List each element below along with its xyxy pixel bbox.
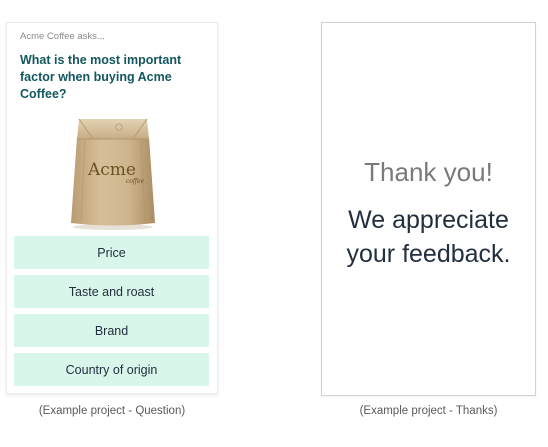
option-country-of-origin-button[interactable]: Country of origin [14,353,209,386]
coffee-bag-image: Acme coffee [63,115,163,231]
option-price-button[interactable]: Price [14,236,209,269]
thanks-message: We appreciate your feedback. [346,206,511,268]
thanks-title: Thank you! [364,157,493,187]
question-caption: (Example project - Question) [38,405,186,417]
option-brand-button[interactable]: Brand [14,314,209,347]
question-card: Acme Coffee asks... What is the most imp… [6,22,218,394]
asker-label: Acme Coffee asks... [20,31,105,42]
answer-options: Price Taste and roast Brand Country of o… [14,236,209,392]
option-taste-and-roast-button[interactable]: Taste and roast [14,275,209,308]
thanks-caption: (Example project - Thanks) [359,405,498,417]
brand-logo-text: Acme [87,160,136,180]
question-text: What is the most important factor when b… [20,53,182,101]
brand-logo-subtext: coffee [126,178,145,185]
thanks-card: Thank you! We appreciate your feedback. [321,22,536,396]
